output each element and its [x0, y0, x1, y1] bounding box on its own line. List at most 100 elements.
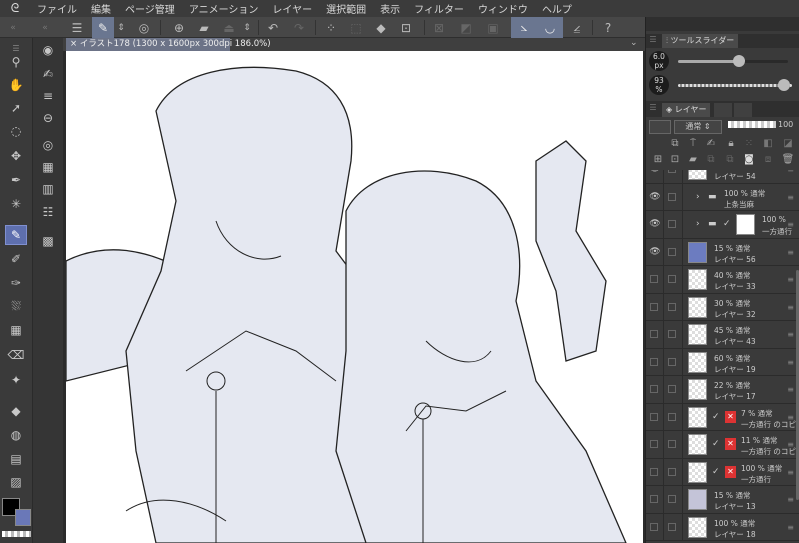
tool-property-icon[interactable]: ≡ — [37, 86, 59, 106]
menu-help[interactable]: ヘルプ — [535, 1, 579, 16]
eye-icon[interactable]: 👁︎ — [649, 170, 661, 174]
invert-selection-icon[interactable]: ⬚ — [345, 17, 367, 38]
brush-size-icon[interactable]: ⊖ — [37, 108, 59, 128]
tab-dropdown-icon[interactable]: ⌄ — [630, 38, 638, 48]
visibility-toggle[interactable] — [650, 275, 658, 283]
lasso-tool-icon[interactable]: ◌ — [5, 121, 27, 141]
size-slider-knob[interactable] — [732, 55, 745, 67]
panel-menu-icon[interactable]: ☰ — [646, 103, 660, 112]
layer-row[interactable]: 30 % 通常 レイヤー 32 ≡ — [646, 293, 799, 321]
transfer-down-icon[interactable]: ⧉ — [704, 154, 718, 165]
redo-icon[interactable]: ↷ — [288, 17, 310, 38]
new-file-icon[interactable]: ⊕ — [168, 17, 190, 38]
canvas-tab[interactable]: × イラスト178 (1300 x 1600px 300dpi 186.0%) — [66, 38, 271, 51]
menu-view[interactable]: 表示 — [373, 1, 407, 16]
transform-icon[interactable]: ⊡ — [395, 17, 417, 38]
layer-mask-icon[interactable]: ◙ — [742, 154, 756, 165]
layer-row[interactable]: 22 % 通常 レイヤー 17 ≡ — [646, 376, 799, 404]
eye-icon[interactable]: 👁︎ — [649, 247, 661, 257]
lock-checkbox[interactable] — [668, 192, 676, 201]
layer-row[interactable]: 👁︎ レイヤー 54 ≡ — [646, 170, 799, 184]
expand-chevron-icon[interactable]: › — [696, 219, 700, 229]
lock-checkbox[interactable] — [668, 330, 676, 338]
drag-handle-icon[interactable]: ≡ — [787, 468, 794, 477]
layer-property-icon[interactable]: ☷ — [37, 202, 59, 222]
text-tool-icon[interactable]: ▤ — [5, 449, 27, 469]
new-folder-icon[interactable]: ▰ — [686, 154, 700, 165]
undo-icon[interactable]: ↶ — [262, 17, 284, 38]
layer-row[interactable]: 15 % 通常 レイヤー 13 ≡ — [646, 486, 799, 514]
frame-tool-icon[interactable]: ▦ — [5, 320, 27, 340]
menu-edit[interactable]: 編集 — [84, 1, 118, 16]
collapse-left-icon[interactable]: « — [2, 17, 24, 38]
opacity-slider[interactable] — [678, 84, 792, 87]
lock-checkbox[interactable] — [668, 385, 676, 393]
move-tool-icon[interactable]: ✥ — [5, 146, 27, 166]
layer-row[interactable]: ✓ ✕ 7 % 通常 一方通行 のコピー ≡ — [646, 403, 799, 431]
ruler-snap-icon[interactable]: ⦣ — [511, 17, 537, 38]
menu-window[interactable]: ウィンドウ — [471, 1, 535, 16]
visibility-toggle[interactable] — [650, 495, 658, 503]
layer-row[interactable]: ✓ ✕ 100 % 通常 一方通行 ≡ — [646, 458, 799, 486]
sub-color-swatch[interactable] — [15, 509, 31, 526]
ruler-enable-icon[interactable]: ◪ — [781, 138, 795, 149]
pencil-tool-icon[interactable]: ✐ — [5, 249, 27, 269]
menu-filter[interactable]: フィルター — [407, 1, 471, 16]
canvas[interactable] — [66, 51, 643, 543]
airbrush-tool-icon[interactable]: ⛆ — [5, 296, 27, 316]
layer-color-button[interactable] — [649, 120, 671, 134]
save-switch-icon[interactable]: ⇕ — [240, 17, 254, 38]
color-set-icon[interactable]: ▦ — [37, 157, 59, 177]
layer-opacity-value[interactable]: 100 — [778, 120, 793, 129]
layer-opacity-slider[interactable] — [728, 121, 776, 128]
lock-icon[interactable]: 🔒︎ — [724, 138, 738, 149]
deselect-icon[interactable]: ⁘ — [320, 17, 342, 38]
open-folder-icon[interactable]: ▰ — [193, 17, 215, 38]
draft-layer-icon[interactable]: ✍ — [704, 138, 718, 149]
menu-page[interactable]: ページ管理 — [118, 1, 182, 16]
drag-handle-icon[interactable]: ≡ — [787, 220, 794, 229]
visibility-toggle[interactable] — [650, 302, 658, 311]
lock-checkbox[interactable] — [668, 302, 676, 311]
reference-layer-icon[interactable]: ⍑ — [686, 138, 700, 149]
lock-checkbox[interactable] — [668, 467, 676, 476]
sub-tool-icon[interactable]: ✍ — [37, 64, 59, 84]
decoration-tool-icon[interactable]: ✦ — [5, 370, 27, 390]
pen-tool-icon[interactable]: ✎ — [5, 225, 27, 245]
lock-checkbox[interactable] — [668, 412, 676, 421]
lock-checkbox[interactable] — [668, 170, 676, 173]
drag-handle-icon[interactable]: ≡ — [787, 170, 794, 174]
lock-checkbox[interactable] — [668, 247, 676, 256]
fill-tool-icon[interactable]: ◆ — [5, 401, 27, 421]
lock-checkbox[interactable] — [668, 522, 676, 531]
expand-chevron-icon[interactable]: › — [696, 192, 700, 202]
lock-transparent-icon[interactable]: ⁙ — [742, 138, 756, 149]
visibility-toggle[interactable] — [650, 467, 658, 476]
lock-checkbox[interactable] — [668, 275, 676, 283]
delete-layer-icon[interactable]: 🗑︎ — [781, 154, 795, 165]
drag-handle-icon[interactable]: ≡ — [787, 495, 794, 504]
magic-wand-tool-icon[interactable]: ✳ — [5, 194, 27, 214]
eye-icon[interactable]: 👁︎ — [649, 219, 661, 229]
visibility-toggle[interactable] — [650, 330, 658, 338]
hand-tool-icon[interactable]: ✋ — [5, 75, 27, 95]
operation-tool-icon[interactable]: ➚ — [5, 98, 27, 118]
lock-checkbox[interactable] — [668, 440, 676, 448]
menu-layer[interactable]: レイヤー — [265, 1, 319, 16]
animation-icon[interactable]: ▥ — [37, 179, 59, 199]
gradient-tool-icon[interactable]: ▨ — [5, 472, 27, 492]
menu-animation[interactable]: アニメーション — [182, 1, 266, 16]
eraser-tool-icon[interactable]: ⌫ — [5, 345, 27, 365]
brush-tool-icon[interactable]: ✑ — [5, 273, 27, 293]
blend-tool-icon[interactable]: ◍ — [5, 425, 27, 445]
menu-selection[interactable]: 選択範囲 — [319, 1, 373, 16]
drag-handle-icon[interactable]: ≡ — [787, 523, 794, 532]
layer-row[interactable]: 👁︎ › ▬ ✓ 100 % 一方通行 ≡ — [646, 211, 799, 239]
drag-handle-icon[interactable]: ≡ — [787, 413, 794, 422]
new-vector-layer-icon[interactable]: ⊡ — [668, 154, 682, 165]
menu-icon[interactable]: ☰ — [66, 17, 88, 38]
drag-handle-icon[interactable]: ≡ — [787, 193, 794, 202]
layer-row[interactable]: 40 % 通常 レイヤー 33 ≡ — [646, 266, 799, 294]
drag-handle-icon[interactable]: ≡ — [787, 275, 794, 284]
drag-handle-icon[interactable]: ≡ — [787, 330, 794, 339]
